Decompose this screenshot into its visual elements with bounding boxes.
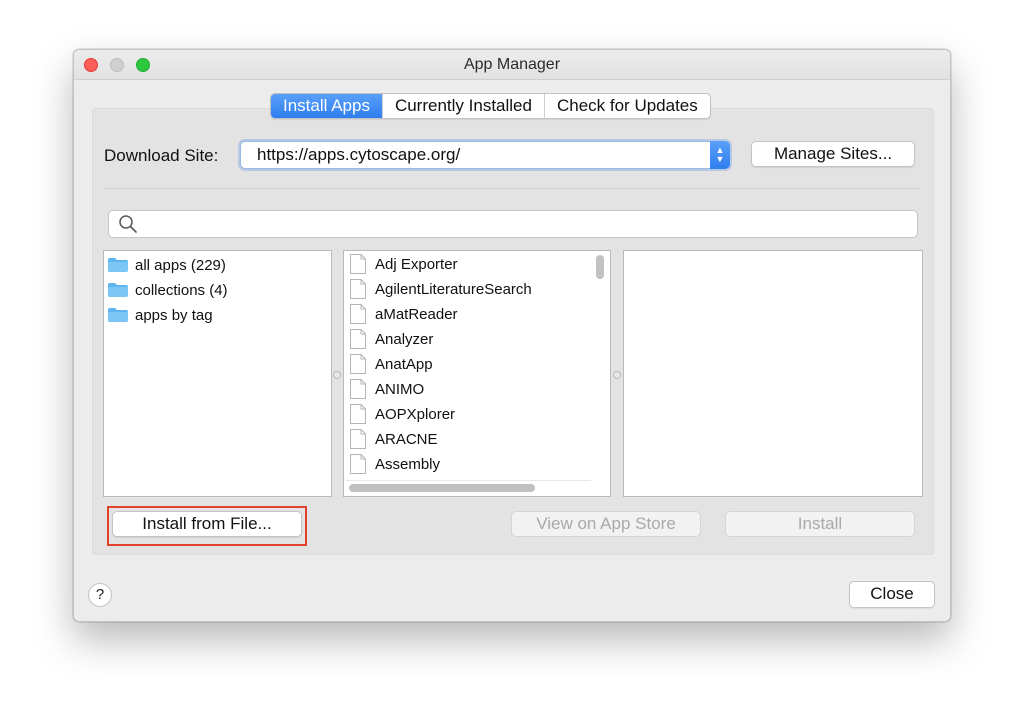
tree-item-collections[interactable]: collections (4) [108,280,228,300]
folder-icon [108,258,128,272]
list-item[interactable]: AnatApp [348,354,433,374]
list-item[interactable]: Analyzer [348,329,433,349]
list-item[interactable]: AOPXplorer [348,404,455,424]
category-tree[interactable]: all apps (229) collections (4) apps by t… [103,250,332,497]
tree-item-all-apps[interactable]: all apps (229) [108,255,226,275]
download-site-label: Download Site: [104,146,219,165]
download-site-value: https://apps.cytoscape.org/ [257,145,461,164]
file-icon [350,454,366,474]
install-button[interactable]: Install [725,511,915,537]
splitter-handle[interactable] [613,371,621,379]
file-icon [350,279,366,299]
app-name: aMatReader [375,305,458,323]
tree-item-apps-by-tag[interactable]: apps by tag [108,305,213,325]
tree-item-label: collections (4) [135,281,228,299]
file-icon [350,379,366,399]
view-on-app-store-button[interactable]: View on App Store [511,511,701,537]
tab-install-apps[interactable]: Install Apps [271,94,383,118]
search-icon [119,215,137,233]
folder-icon [108,283,128,297]
file-icon [350,429,366,449]
folder-icon [108,308,128,322]
file-icon [350,329,366,349]
list-item[interactable]: AgilentLiteratureSearch [348,279,532,299]
list-item[interactable]: ARACNE [348,429,438,449]
app-name: AnatApp [375,355,433,373]
scrollbar-thumb[interactable] [596,255,604,279]
list-item[interactable]: aMatReader [348,304,458,324]
app-name: Adj Exporter [375,255,458,273]
divider [104,188,920,189]
tree-item-label: apps by tag [135,306,213,324]
file-icon [350,254,366,274]
tab-currently-installed[interactable]: Currently Installed [383,94,545,118]
chevron-up-down-icon[interactable]: ▲ ▼ [710,141,730,169]
app-name: Assembly [375,455,441,473]
tab-bar: Install Apps Currently Installed Check f… [270,93,711,119]
app-name: AOPXplorer [375,405,456,423]
file-icon [350,304,366,324]
file-icon [350,354,366,374]
file-icon [350,404,366,424]
manage-sites-button[interactable]: Manage Sites... [751,141,915,167]
app-list[interactable]: Adj Exporter AgilentLiteratureSearch aMa… [343,250,611,497]
install-from-file-button[interactable]: Install from File... [112,511,302,537]
app-name: ARACNE [375,430,438,448]
app-name: Analyzer [375,330,434,348]
horizontal-scrollbar[interactable] [346,480,591,494]
app-name: AgilentLiteratureSearch [375,280,532,298]
app-manager-window: App Manager Install Apps Currently Insta… [73,49,951,622]
search-input[interactable] [108,210,918,238]
close-button[interactable]: Close [849,581,935,608]
tab-check-for-updates[interactable]: Check for Updates [545,94,710,118]
download-site-select[interactable]: https://apps.cytoscape.org/ ▲ ▼ [240,141,730,169]
app-details-pane [623,250,923,497]
tree-item-label: all apps (229) [135,256,226,274]
app-name: ANIMO [375,380,425,398]
list-item[interactable]: Adj Exporter [348,254,458,274]
scrollbar-thumb[interactable] [349,484,535,492]
help-button[interactable]: ? [88,583,112,607]
splitter-handle[interactable] [333,371,341,379]
title-bar: App Manager [74,50,950,80]
window-title: App Manager [463,56,561,73]
list-item[interactable]: ANIMO [348,379,424,399]
list-item[interactable]: Assembly [348,454,440,474]
vertical-scrollbar[interactable] [592,253,608,479]
